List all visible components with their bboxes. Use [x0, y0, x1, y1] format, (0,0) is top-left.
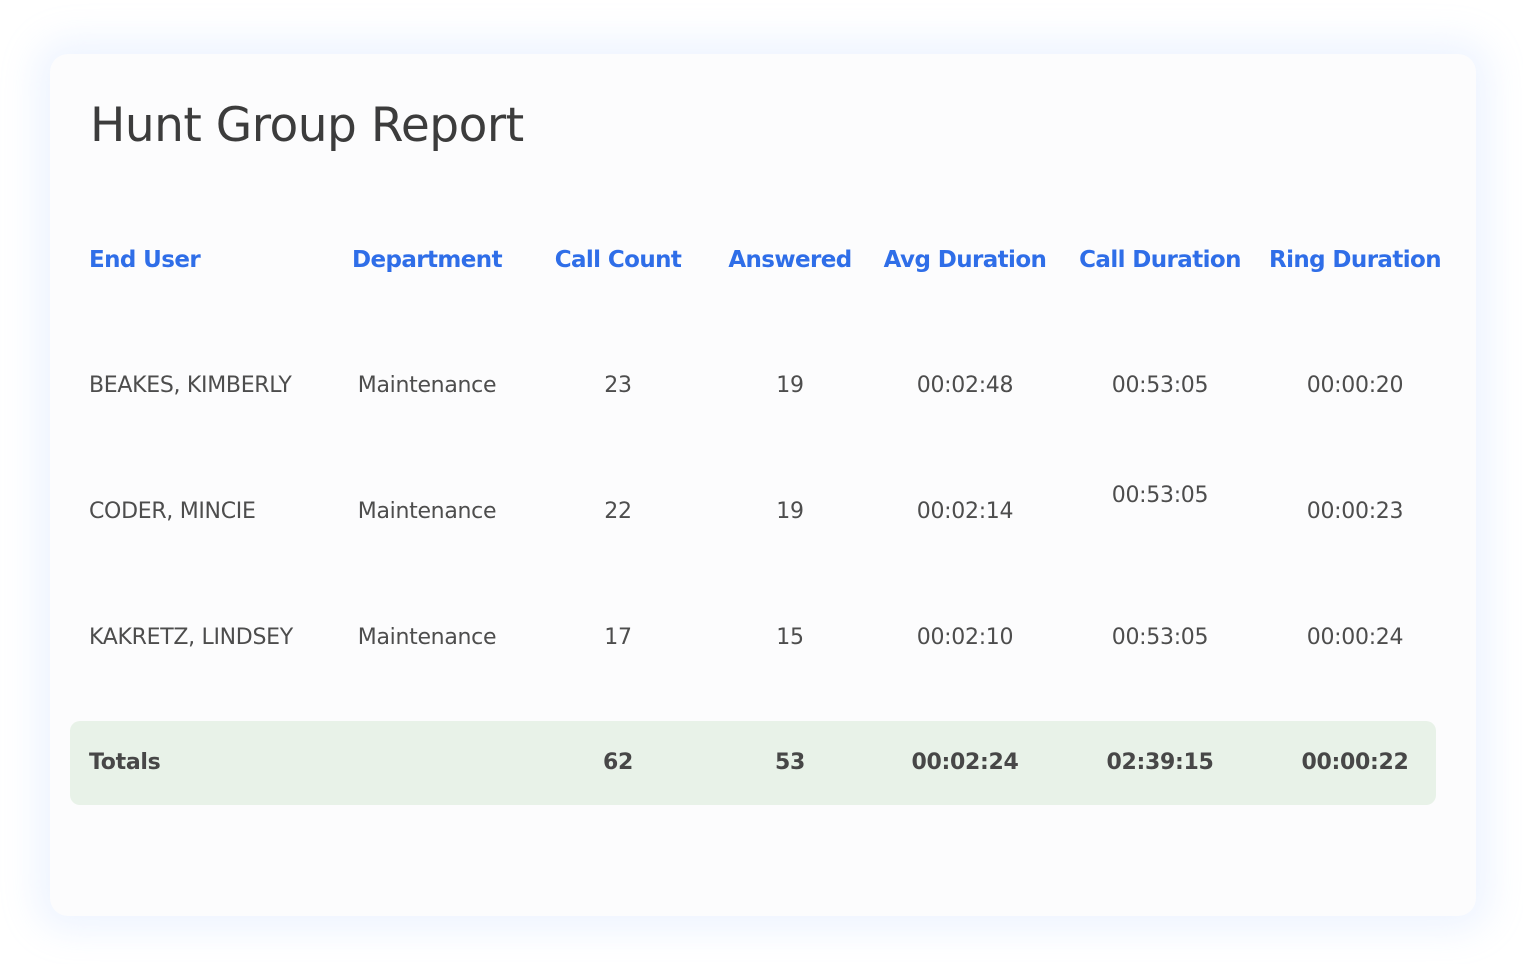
cell-ring-duration: 00:00:23 — [1306, 499, 1404, 524]
cell-department: Maintenance — [357, 625, 497, 650]
column-header-avg-duration[interactable]: Avg Duration — [884, 245, 1047, 275]
cell-call-count: 22 — [604, 499, 632, 524]
cell-call-duration: 00:53:05 — [1111, 483, 1209, 508]
cell-avg-duration: 00:02:14 — [916, 499, 1014, 524]
cell-call-count: 17 — [604, 625, 632, 650]
totals-avg-duration: 00:02:24 — [911, 750, 1019, 775]
column-header-call-count[interactable]: Call Count — [555, 245, 682, 275]
totals-ring-duration: 00:00:22 — [1301, 750, 1409, 775]
column-header-answered[interactable]: Answered — [728, 245, 852, 275]
cell-department: Maintenance — [357, 373, 497, 398]
column-header-call-duration[interactable]: Call Duration — [1079, 245, 1241, 275]
page-title: Hunt Group Report — [90, 98, 524, 153]
cell-end-user: BEAKES, KIMBERLY — [89, 373, 292, 398]
cell-ring-duration: 00:00:20 — [1306, 373, 1404, 398]
cell-answered: 15 — [776, 625, 804, 650]
cell-call-count: 23 — [604, 373, 632, 398]
totals-row: Totals 62 53 00:02:24 02:39:15 00:00:22 — [70, 721, 1436, 805]
cell-end-user: KAKRETZ, LINDSEY — [89, 625, 293, 650]
column-header-department[interactable]: Department — [352, 245, 503, 275]
cell-department: Maintenance — [357, 499, 497, 524]
totals-answered: 53 — [774, 750, 806, 775]
cell-answered: 19 — [776, 373, 804, 398]
cell-call-duration: 00:53:05 — [1111, 625, 1209, 650]
cell-avg-duration: 00:02:48 — [916, 373, 1014, 398]
cell-end-user: CODER, MINCIE — [89, 499, 256, 524]
column-header-end-user[interactable]: End User — [89, 245, 201, 275]
totals-label: Totals — [89, 750, 161, 775]
totals-call-count: 62 — [602, 750, 634, 775]
cell-avg-duration: 00:02:10 — [916, 625, 1014, 650]
report-card: Hunt Group Report End User Department Ca… — [50, 54, 1476, 916]
totals-call-duration: 02:39:15 — [1106, 750, 1214, 775]
column-header-ring-duration[interactable]: Ring Duration — [1269, 245, 1442, 275]
cell-answered: 19 — [776, 499, 804, 524]
cell-call-duration: 00:53:05 — [1111, 373, 1209, 398]
cell-ring-duration: 00:00:24 — [1306, 625, 1404, 650]
